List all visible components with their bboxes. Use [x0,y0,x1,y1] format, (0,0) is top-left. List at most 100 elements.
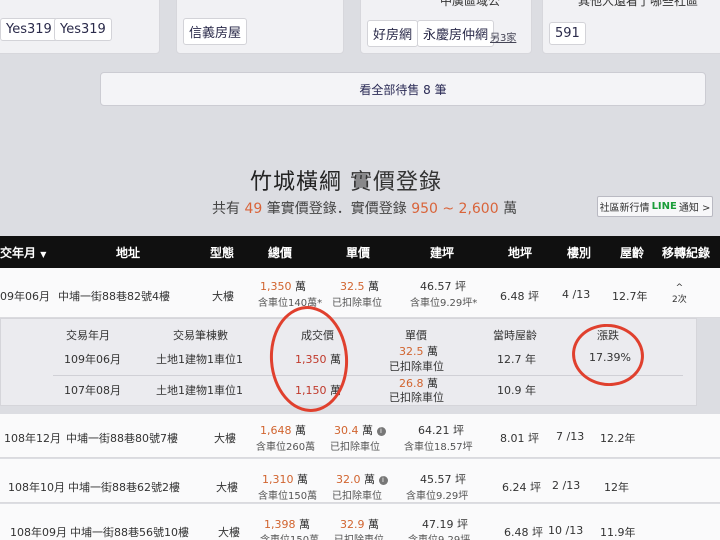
col-type: 型態 [210,246,235,260]
see-all-listings-button[interactable]: 看全部待售 8 筆 [100,72,706,106]
see-all-label: 看全部待售 8 筆 [359,82,447,97]
row-age: 12.2年 [600,432,636,445]
info-icon[interactable]: i [376,426,386,436]
row-building: 46.57 坪 [420,280,466,293]
detail-col-count: 交易筆棟數 [173,329,228,342]
section-label: 實價登錄 [350,170,443,195]
table-row[interactable]: 108年12月 中埔一街88巷80號7樓 大樓 1,648 萬 含車位260萬 … [0,414,720,458]
row-land: 6.24 坪 [502,481,541,494]
transaction-summary: 共有 49 筆實價登錄．實價登錄 950 ~ 2,600 萬 [212,198,517,218]
agency-chip-houseweb[interactable]: 好房網 [367,20,419,47]
row-unit: 32.0 萬 i [336,471,388,487]
row-age: 12年 [604,481,629,494]
col-land-area: 地坪 [508,246,533,260]
line-notify-prefix: 社區新行情 [599,203,650,214]
row-type: 大樓 [218,526,240,539]
chevron-up-icon: ^ [675,283,684,293]
row-date: 108年10月 [8,481,65,494]
row-land: 6.48 坪 [500,290,539,303]
detail-age: 10.9 年 [497,384,536,397]
col-unit-price: 單價 [346,246,371,260]
row-unit-note: 已扣除車位 [334,531,384,540]
summary-range: 950 ~ 2,600 [411,201,499,217]
summary-prefix: 共有 [212,201,240,217]
col-floor: 樓別 [567,246,592,260]
detail-date: 107年08月 [64,384,121,397]
row-building-note: 含車位9.29坪 [406,491,469,502]
row-unit: 32.5 萬 [340,280,379,293]
page-title: 竹城橫綱 實價登錄 [250,164,442,196]
row-floor: 7 /13 [556,430,585,443]
row-total: 1,310 萬 [262,473,308,486]
row-age: 12.7年 [612,290,648,303]
row-total: 1,350 萬 [260,280,306,293]
row-address: 中埔一街88巷82號4樓 [58,290,170,303]
summary-suffix: 萬 [503,201,518,217]
sort-down-icon[interactable]: ▼ [40,250,46,259]
row-floor: 2 /13 [552,479,581,492]
row-date: 108年12月 [4,432,61,445]
table-row[interactable]: 108年10月 中埔一街88巷62號2樓 大樓 1,310 萬 含車位150萬 … [0,459,720,503]
col-address: 地址 [116,246,141,260]
row-total: 1,398 萬 [264,518,310,531]
detail-col-date: 交易年月 [66,329,110,342]
col-history: 移轉紀錄 [662,246,711,260]
summary-mid: 筆實價登錄．實價登錄 [266,201,407,217]
row-building: 64.21 坪 [418,424,464,437]
agency-chip-sinyi[interactable]: 信義房屋 [183,18,248,45]
col-total: 總價 [268,246,293,260]
agency-chip-591[interactable]: 591 [549,22,586,45]
detail-count: 土地1建物1車位1 [156,353,243,366]
more-agencies-link[interactable]: 另3家 [490,29,516,44]
row-history-toggle[interactable]: ^ 2次 [672,283,687,306]
row-type: 大樓 [212,290,234,303]
row-land: 8.01 坪 [500,432,539,445]
row-address: 中埔一街88巷56號10樓 [70,526,189,539]
row-building-note: 含車位9.29坪 [408,531,470,540]
agency-chip-yes319-b[interactable]: Yes319 [54,18,112,41]
detail-col-unit: 單價 [405,329,427,342]
row-unit-note: 已扣除車位 [332,298,382,309]
row-total-note: 含車位150萬 [260,531,319,540]
row-type: 大樓 [214,432,236,445]
row-unit-note: 已扣除車位 [330,442,380,453]
col-age: 屋齡 [620,246,645,260]
row-floor: 4 /13 [562,288,591,301]
row-total: 1,648 萬 [260,424,306,437]
row-address: 中埔一街88巷80號7樓 [66,432,178,445]
row-unit-note: 已扣除車位 [332,491,382,502]
table-row[interactable]: 108年09月 中埔一街88巷56號10樓 大樓 1,398 萬 含車位150萬… [0,504,720,540]
row-building: 45.57 坪 [420,473,466,486]
row-total-note: 含車位150萬 [258,491,318,502]
row-unit: 30.4 萬 i [334,422,386,438]
community-name: 竹城橫綱 [250,170,343,195]
line-brand: LINE [651,201,677,212]
detail-age: 12.7 年 [497,353,536,366]
agency-chip-yes319-a[interactable]: Yes319 [0,18,58,41]
detail-count: 土地1建物1車位1 [156,384,243,397]
row-date: 108年09月 [10,526,67,539]
summary-count: 49 [244,201,263,217]
detail-date: 109年06月 [64,353,121,366]
row-unit: 32.9 萬 [340,518,379,531]
detail-col-age: 當時屋齡 [493,329,537,342]
detail-unit-note: 已扣除車位 [389,360,444,373]
col-building-area: 建坪 [430,246,455,260]
line-notify-button[interactable]: 社區新行情 LINE 通知 > [597,196,713,217]
line-notify-suffix: 通知 > [678,203,711,214]
table-row[interactable]: 09年06月 中埔一街88巷82號4樓 大樓 1,350 萬 含車位140萬* … [0,268,720,318]
row-address: 中埔一街88巷62號2樓 [68,481,180,494]
cut-off-label: 中廣區域公 [440,0,501,8]
row-building-note: 含車位18.57坪 [404,442,473,453]
history-count: 2次 [672,295,687,305]
table-header: 交年月 ▼ 地址 型態 總價 單價 建坪 地坪 樓別 屋齡 移轉紀錄 [0,236,720,268]
agency-chip-yungching[interactable]: 永慶房仲網 [417,20,495,47]
also-viewed-heading: 其他人還看了哪些社區 [578,0,699,8]
info-icon[interactable]: i [378,475,388,485]
row-building: 47.19 坪 [422,518,468,531]
row-building-note: 含車位9.29坪* [410,298,478,309]
row-floor: 10 /13 [548,524,584,537]
row-age: 11.9年 [600,526,636,539]
row-total-note: 含車位260萬 [256,442,316,453]
col-date[interactable]: 交年月 ▼ [0,244,46,261]
